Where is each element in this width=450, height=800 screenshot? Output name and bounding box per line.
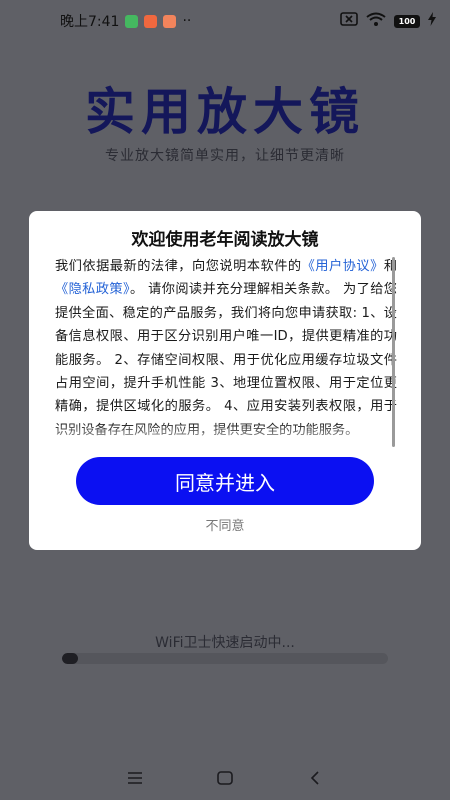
body-text-1: 我们依据最新的法律，向您说明本软件的 xyxy=(55,259,302,274)
app-subtitle: 专业放大镜简单实用，让细节更清晰 xyxy=(105,148,345,164)
loading-text: WiFi卫士快速启动中... xyxy=(155,635,295,651)
battery-icon: 100 xyxy=(394,14,420,28)
status-right: 100 xyxy=(340,12,436,30)
mail-notification-icon xyxy=(163,14,177,28)
disagree-button[interactable]: 不同意 xyxy=(29,515,421,534)
status-bar: 晚上7:41 ·· 100 xyxy=(0,0,450,42)
navigation-bar xyxy=(0,760,450,796)
dialog-title: 欢迎使用老年阅读放大镜 xyxy=(131,230,319,250)
user-agreement-link[interactable]: 《用户协议》 xyxy=(302,259,384,274)
loading-progress-bar xyxy=(62,653,388,664)
menu-icon[interactable] xyxy=(123,766,147,790)
body-text-3: 。 请你阅读并充分理解相关条款。 为了给您提供全面、稳定的产品服务，我们将向您申… xyxy=(55,282,397,437)
privacy-policy-link[interactable]: 《隐私政策》 xyxy=(55,282,130,297)
body-text-2: 和 xyxy=(383,259,397,274)
charging-icon xyxy=(428,12,436,30)
back-icon[interactable] xyxy=(303,766,327,790)
dialog-body[interactable]: 我们依据最新的法律，向您说明本软件的《用户协议》和《隐私政策》。 请你阅读并充分… xyxy=(55,255,397,449)
app-notification-icon xyxy=(144,14,158,28)
body-fade xyxy=(55,423,397,451)
sim-icon xyxy=(340,12,358,30)
dialog-scrollbar[interactable] xyxy=(392,257,395,447)
wechat-notification-icon xyxy=(125,14,139,28)
app-title: 实用放大镜 xyxy=(85,83,365,141)
home-icon[interactable] xyxy=(213,766,237,790)
status-time: 晚上7:41 xyxy=(60,14,120,30)
privacy-dialog: 欢迎使用老年阅读放大镜 我们依据最新的法律，向您说明本软件的《用户协议》和《隐私… xyxy=(29,211,421,550)
more-notifications-icon: ·· xyxy=(182,13,192,29)
wifi-icon xyxy=(366,12,386,30)
agree-button[interactable]: 同意并进入 xyxy=(76,457,374,505)
status-left: 晚上7:41 ·· xyxy=(60,11,191,31)
loading-progress-fill xyxy=(62,653,79,664)
